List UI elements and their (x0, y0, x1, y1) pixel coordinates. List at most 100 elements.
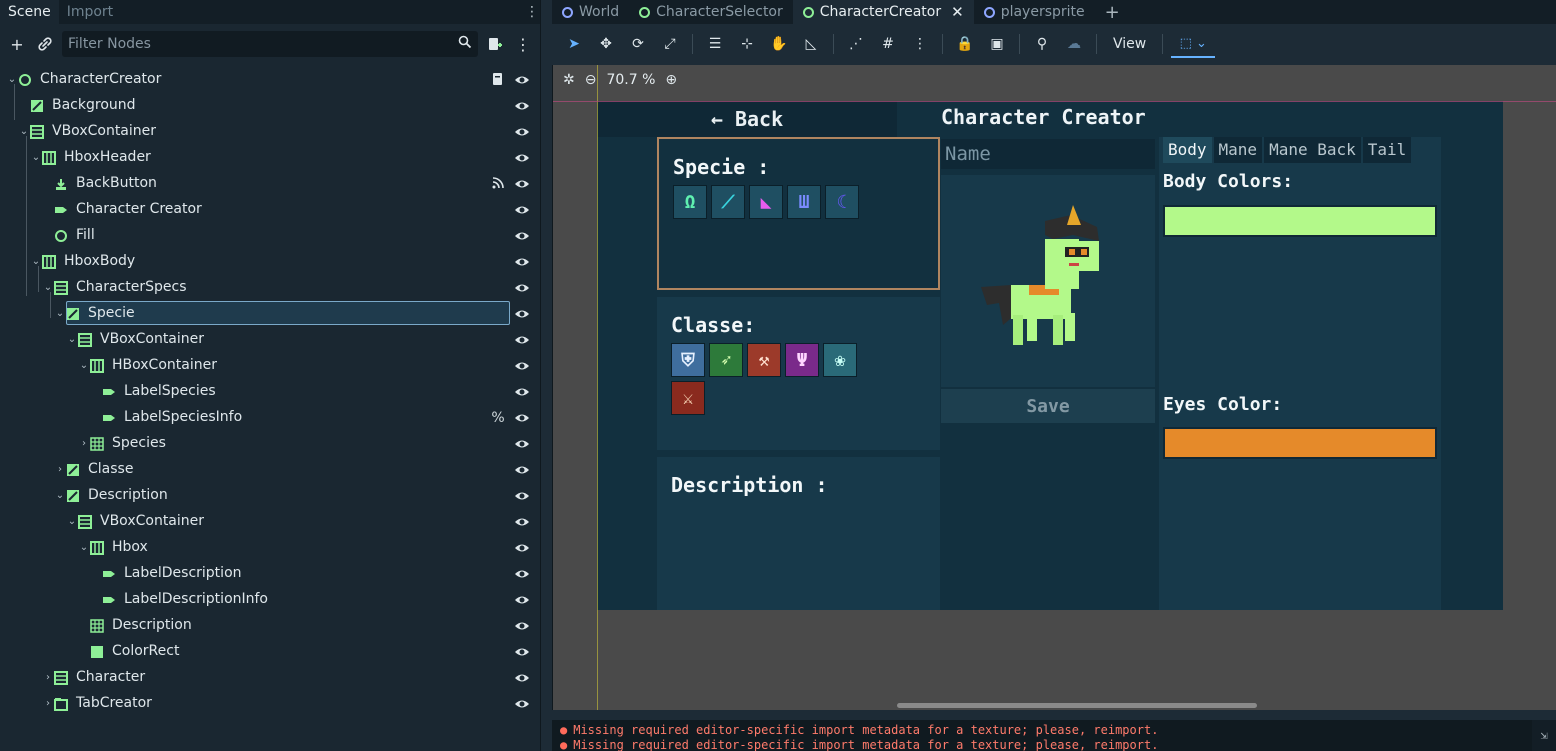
visibility-eye-icon[interactable] (514, 437, 530, 451)
visibility-eye-icon[interactable] (514, 255, 530, 269)
visibility-eye-icon[interactable] (514, 307, 530, 321)
tree-node[interactable]: ColorRect (0, 639, 540, 665)
visibility-eye-icon[interactable] (514, 73, 530, 87)
ruler-mode-icon[interactable]: ◺ (797, 30, 825, 58)
tree-node[interactable]: ⌄ Description (0, 483, 540, 509)
tree-node[interactable]: Fill (0, 223, 540, 249)
axe-icon[interactable]: ⚒ (747, 343, 781, 377)
visibility-eye-icon[interactable] (514, 281, 530, 295)
visibility-eye-icon[interactable] (514, 671, 530, 685)
expand-arrow-icon[interactable]: ⌄ (54, 308, 66, 320)
attach-script-icon[interactable] (484, 33, 506, 55)
unique-name-icon[interactable]: % (490, 410, 506, 426)
visibility-eye-icon[interactable] (514, 411, 530, 425)
tree-node[interactable]: Description (0, 613, 540, 639)
center-view-icon[interactable]: ✲ (563, 72, 575, 88)
tree-node[interactable]: › Character (0, 665, 540, 691)
close-tab-icon[interactable]: ✕ (951, 3, 964, 21)
grid-snap-icon[interactable]: # (874, 30, 902, 58)
lock-icon[interactable]: 🔒 (951, 30, 979, 58)
tree-node[interactable]: LabelSpecies (0, 379, 540, 405)
tree-node[interactable]: ⌄ HboxBody (0, 249, 540, 275)
dock-menu-icon[interactable]: ⋮ (524, 4, 540, 20)
visibility-eye-icon[interactable] (514, 125, 530, 139)
expand-arrow-icon[interactable]: ⌄ (66, 334, 78, 346)
expand-arrow-icon[interactable]: ⌄ (6, 74, 18, 86)
visibility-eye-icon[interactable] (514, 697, 530, 711)
list-select-icon[interactable]: ☰ (701, 30, 729, 58)
tree-node[interactable]: Character Creator (0, 197, 540, 223)
tree-node[interactable]: › TabCreator (0, 691, 540, 717)
visibility-eye-icon[interactable] (514, 359, 530, 373)
tree-node[interactable]: BackButton (0, 171, 540, 197)
tree-node[interactable]: ⌄ Hbox (0, 535, 540, 561)
visibility-eye-icon[interactable] (514, 99, 530, 113)
tree-node[interactable]: Background (0, 93, 540, 119)
visibility-eye-icon[interactable] (514, 619, 530, 633)
tree-node[interactable]: ⌄ CharacterSpecs (0, 275, 540, 301)
expand-arrow-icon[interactable]: ⌄ (18, 126, 30, 138)
horseshoe-icon[interactable]: Ω (673, 185, 707, 219)
claw-icon[interactable]: Ш (787, 185, 821, 219)
tab-import[interactable]: Import (59, 0, 121, 24)
expand-arrow-icon[interactable]: ⌄ (78, 542, 90, 554)
skeleton-icon[interactable]: ⚲ (1028, 30, 1056, 58)
feather-icon[interactable]: ⟋ (711, 185, 745, 219)
tree-node[interactable]: LabelDescriptionInfo (0, 587, 540, 613)
move-mode-icon[interactable]: ✥ (592, 30, 620, 58)
cloud-icon[interactable]: ☁ (1060, 30, 1088, 58)
body-color-picker[interactable] (1163, 205, 1437, 237)
add-node-icon[interactable]: + (6, 33, 28, 55)
pivot-mode-icon[interactable]: ⊹ (733, 30, 761, 58)
smart-snap-icon[interactable]: ⋰ (842, 30, 870, 58)
crossed-swords-icon[interactable]: ⚔ (671, 381, 705, 415)
anchor-preset-dropdown[interactable]: ⬚ ⌄ (1171, 30, 1216, 58)
expand-arrow-icon[interactable]: ⌄ (54, 490, 66, 502)
name-input[interactable]: Name (941, 139, 1155, 169)
filter-nodes-input[interactable] (68, 36, 458, 52)
rose-icon[interactable]: ❀ (823, 343, 857, 377)
zoom-out-icon[interactable]: ⊖ (585, 72, 597, 88)
tree-node[interactable]: ⌄ HBoxContainer (0, 353, 540, 379)
tab-tail[interactable]: Tail (1362, 137, 1412, 163)
tree-node[interactable]: LabelDescription (0, 561, 540, 587)
visibility-eye-icon[interactable] (514, 385, 530, 399)
shield-icon[interactable]: ⛨ (671, 343, 705, 377)
signal-icon[interactable] (490, 176, 506, 192)
arrow-icon[interactable]: ➶ (709, 343, 743, 377)
instance-scene-icon[interactable] (34, 33, 56, 55)
visibility-eye-icon[interactable] (514, 645, 530, 659)
visibility-eye-icon[interactable] (514, 489, 530, 503)
horn-icon[interactable]: ◣ (749, 185, 783, 219)
collapse-arrow-icon[interactable]: › (42, 672, 54, 684)
visibility-eye-icon[interactable] (514, 333, 530, 347)
collapse-arrow-icon[interactable]: › (54, 464, 66, 476)
select-mode-icon[interactable]: ➤ (560, 30, 588, 58)
scene-tab-playersprite[interactable]: playersprite (974, 0, 1095, 24)
visibility-eye-icon[interactable] (514, 463, 530, 477)
eyes-color-picker[interactable] (1163, 427, 1437, 459)
save-button[interactable]: Save (941, 389, 1155, 423)
tree-node[interactable]: › Species (0, 431, 540, 457)
tree-node[interactable]: ⌄ CharacterCreator (0, 67, 540, 93)
tree-node[interactable]: ⌄ VBoxContainer (0, 509, 540, 535)
moon-icon[interactable]: ☾ (825, 185, 859, 219)
group-icon[interactable]: ▣ (983, 30, 1011, 58)
zoom-in-icon[interactable]: ⊕ (665, 72, 677, 88)
tab-mane-back[interactable]: Mane Back (1264, 137, 1361, 163)
tab-body[interactable]: Body (1163, 137, 1212, 163)
visibility-eye-icon[interactable] (514, 151, 530, 165)
collapse-arrow-icon[interactable]: › (78, 438, 90, 450)
tree-node[interactable]: ⌄ VBoxContainer (0, 327, 540, 353)
zoom-level[interactable]: 70.7 % (606, 72, 655, 88)
scene-tab-characterselector[interactable]: CharacterSelector (629, 0, 793, 24)
expand-arrow-icon[interactable]: ⌄ (78, 360, 90, 372)
view-menu[interactable]: View (1105, 36, 1154, 52)
visibility-eye-icon[interactable] (514, 177, 530, 191)
visibility-eye-icon[interactable] (514, 229, 530, 243)
scale-mode-icon[interactable]: ⤢ (656, 30, 684, 58)
horizontal-scrollbar[interactable] (897, 703, 1257, 708)
tree-node[interactable]: LabelSpeciesInfo% (0, 405, 540, 431)
expand-arrow-icon[interactable]: ⌄ (30, 256, 42, 268)
expand-arrow-icon[interactable]: ⌄ (30, 152, 42, 164)
